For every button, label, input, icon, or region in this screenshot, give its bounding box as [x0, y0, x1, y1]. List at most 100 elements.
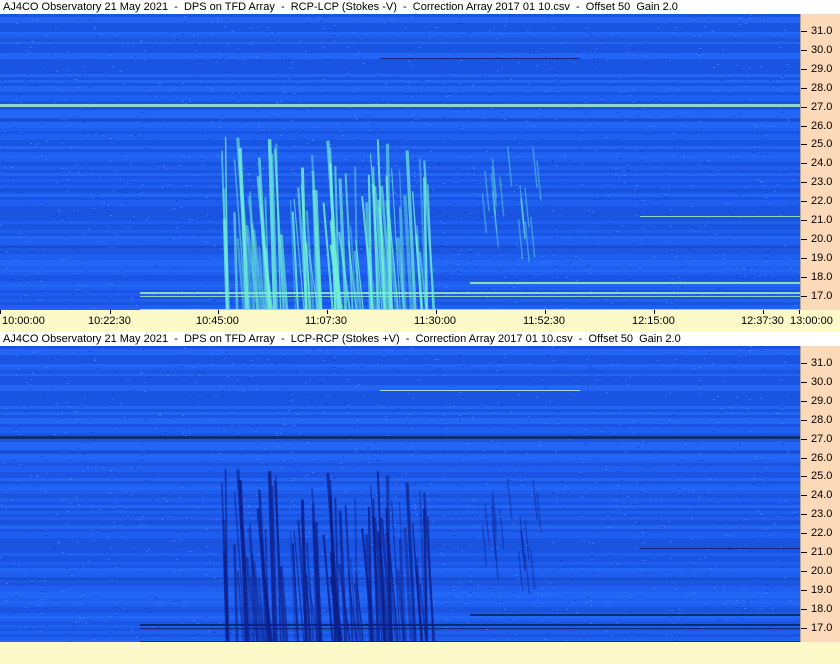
- noise-speck: [258, 127, 260, 128]
- noise-speck: [381, 98, 383, 99]
- noise-speck: [211, 33, 213, 34]
- noise-speck: [184, 63, 186, 64]
- noise-speck: [542, 237, 544, 238]
- noise-speck: [310, 62, 312, 63]
- noise-speck: [701, 460, 703, 461]
- noise-speck: [584, 489, 586, 490]
- noise-speck: [74, 411, 76, 412]
- noise-speck: [730, 535, 732, 536]
- x-tick: [545, 310, 546, 314]
- noise-speck: [745, 519, 747, 520]
- noise-speck: [287, 84, 289, 85]
- noise-speck: [526, 453, 528, 454]
- noise-speck: [522, 485, 524, 486]
- noise-speck: [155, 597, 157, 598]
- noise-speck: [740, 353, 742, 354]
- noise-speck: [703, 450, 705, 451]
- noise-speck: [693, 593, 695, 594]
- noise-speck: [717, 416, 719, 417]
- noise-speck: [425, 34, 427, 35]
- y-tick-label: 19.0: [811, 584, 833, 596]
- noise-speck: [160, 121, 162, 122]
- noise-speck: [748, 193, 750, 194]
- noise-speck: [524, 621, 526, 622]
- noise-speck: [699, 453, 701, 454]
- noise-speck: [611, 635, 613, 636]
- top-spectrogram[interactable]: [0, 14, 800, 310]
- noise-speck: [390, 513, 392, 514]
- noise-speck: [591, 36, 593, 37]
- noise-speck: [236, 558, 238, 559]
- noise-speck: [342, 135, 344, 136]
- noise-speck: [681, 286, 683, 287]
- frequency-band: [0, 394, 800, 397]
- y-tick: [801, 514, 807, 515]
- noise-speck: [356, 420, 358, 421]
- noise-speck: [617, 32, 619, 33]
- noise-speck: [46, 473, 48, 474]
- noise-speck: [152, 499, 154, 500]
- noise-speck: [277, 114, 279, 115]
- noise-speck: [141, 554, 143, 555]
- y-tick-label: 27.0: [811, 433, 833, 445]
- noise-speck: [371, 544, 373, 545]
- noise-speck: [673, 291, 675, 292]
- noise-speck: [93, 108, 95, 109]
- noise-speck: [719, 191, 721, 192]
- noise-speck: [639, 77, 641, 78]
- noise-speck: [371, 47, 373, 48]
- frequency-band: [0, 535, 800, 538]
- noise-speck: [65, 301, 67, 302]
- noise-speck: [659, 51, 661, 52]
- noise-speck: [543, 557, 545, 558]
- noise-speck: [531, 495, 533, 496]
- noise-speck: [262, 500, 264, 501]
- noise-speck: [74, 273, 76, 274]
- noise-speck: [564, 567, 566, 568]
- noise-speck: [691, 206, 693, 207]
- noise-speck: [446, 295, 448, 296]
- noise-speck: [185, 531, 187, 532]
- noise-speck: [367, 395, 369, 396]
- noise-speck: [291, 120, 293, 121]
- noise-speck: [133, 216, 135, 217]
- noise-speck: [290, 148, 292, 149]
- noise-speck: [633, 89, 635, 90]
- noise-speck: [414, 426, 416, 427]
- noise-speck: [641, 302, 643, 303]
- noise-speck: [468, 623, 470, 624]
- noise-speck: [303, 74, 305, 75]
- noise-speck: [87, 467, 89, 468]
- noise-speck: [430, 151, 432, 152]
- noise-speck: [761, 181, 763, 182]
- noise-speck: [368, 462, 370, 463]
- noise-speck: [256, 495, 258, 496]
- noise-speck: [523, 196, 525, 197]
- noise-speck: [657, 28, 659, 29]
- noise-speck: [723, 590, 725, 591]
- frequency-band: [0, 74, 800, 77]
- noise-speck: [139, 240, 141, 241]
- noise-speck: [438, 496, 440, 497]
- noise-speck: [734, 448, 736, 449]
- frequency-band: [0, 83, 800, 86]
- noise-speck: [105, 74, 107, 75]
- noise-speck: [561, 85, 563, 86]
- noise-speck: [27, 406, 29, 407]
- frequency-band: [0, 92, 800, 95]
- noise-speck: [90, 131, 92, 132]
- noise-speck: [261, 462, 263, 463]
- noise-speck: [507, 174, 509, 175]
- noise-speck: [330, 599, 332, 600]
- noise-speck: [581, 496, 583, 497]
- noise-speck: [687, 236, 689, 237]
- frequency-band: [0, 113, 800, 116]
- noise-speck: [538, 113, 540, 114]
- noise-speck: [701, 14, 703, 15]
- bottom-spectrogram[interactable]: [0, 346, 800, 642]
- frequency-band: [0, 68, 800, 71]
- noise-speck: [242, 59, 244, 60]
- noise-speck: [386, 87, 388, 88]
- noise-speck: [678, 421, 680, 422]
- noise-speck: [554, 611, 556, 612]
